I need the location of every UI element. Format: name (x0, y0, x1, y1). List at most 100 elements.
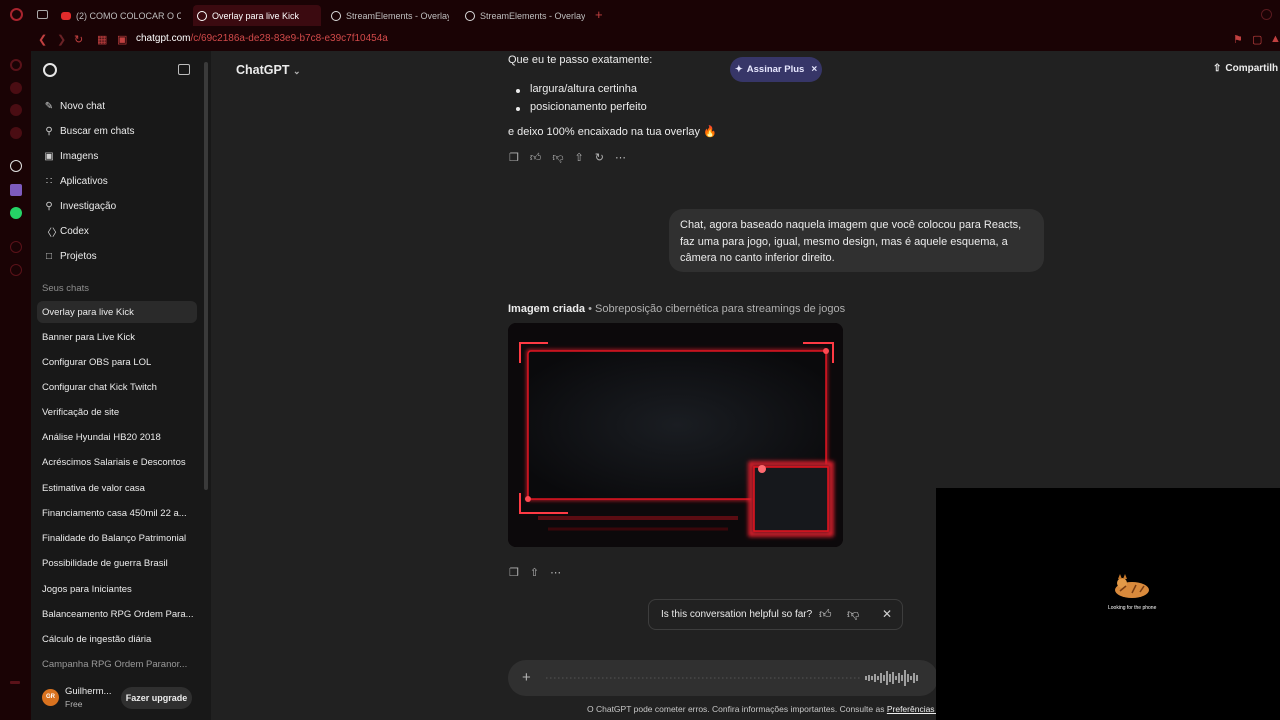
bullet-dot (516, 107, 520, 111)
sidebar-chat-item[interactable]: Acréscimos Salariais e Descontos (37, 451, 197, 473)
assistant-text: e deixo 100% encaixado na tua overlay 🔥 (508, 126, 717, 138)
message-composer[interactable]: + (508, 660, 938, 696)
sidebar-chat-item[interactable]: Campanha RPG Ordem Paranor... (37, 653, 197, 675)
back-arrow-icon[interactable]: ❮ (38, 33, 47, 46)
home-icon[interactable] (10, 59, 22, 71)
sidebar-item-investigacao[interactable]: ⚲ Investigação (42, 195, 202, 217)
tab-label: (2) COMO COLOCAR O CH (76, 10, 181, 21)
copy-icon[interactable]: ❐ (509, 566, 519, 579)
sidebar-item-aplicativos[interactable]: ∷ Aplicativos (42, 170, 202, 192)
more-icon[interactable]: ⋯ (550, 566, 561, 579)
openai-logo-icon[interactable] (43, 63, 57, 77)
twitch-icon[interactable] (10, 184, 22, 196)
sidebar-chat-item[interactable]: Overlay para live Kick (37, 301, 197, 323)
copy-icon[interactable]: ❐ (509, 151, 519, 164)
telescope-icon: ⚲ (45, 200, 53, 212)
sparkle-icon: ✦ (734, 64, 743, 75)
sidebar-chat-item[interactable]: Balanceamento RPG Ordem Para... (37, 603, 197, 625)
image-icon: ▣ (44, 150, 54, 162)
tab-label: StreamElements - Overlay (346, 10, 449, 21)
whatsapp-icon[interactable] (10, 207, 22, 219)
sidebar-item-label: Projetos (60, 250, 97, 262)
tab-label: Overlay para live Kick (212, 10, 300, 21)
share-icon[interactable]: ⇧ (530, 566, 539, 579)
voice-waveform (546, 670, 918, 686)
url-field[interactable]: chatgpt.com/c/69c2186a-de28-83e9-b7c8-e3… (136, 33, 388, 44)
sidebar-chat-item[interactable]: Jogos para Iniciantes (37, 578, 197, 600)
site-settings-icon[interactable]: ▦ (97, 33, 107, 46)
subscribe-plus-button[interactable]: ✦ Assinar Plus × (730, 57, 822, 82)
new-tab-button[interactable]: + (595, 7, 603, 22)
share-icon[interactable]: ⇧ (575, 151, 584, 164)
tab-streamelements-1[interactable]: StreamElements - Overlay (327, 5, 449, 26)
image-caption: Imagem criada • Sobreposição cibernética… (508, 303, 845, 315)
url-host: chatgpt.com (136, 33, 191, 44)
more-icon[interactable] (10, 681, 20, 684)
regenerate-icon[interactable]: ↻ (595, 151, 604, 164)
sidebar-chat-item[interactable]: Estimativa de valor casa (37, 477, 197, 499)
sidebar-item-projetos[interactable]: □ Projetos (42, 245, 202, 267)
user-message-line: câmera no canto inferior direito. (680, 252, 835, 264)
thumbs-down-icon[interactable]: 👎︎ (552, 151, 563, 164)
sidebar-item-novo-chat[interactable]: ✎ Novo chat (42, 95, 202, 117)
thumbs-up-icon[interactable]: 👍︎ (530, 151, 542, 164)
share-button[interactable]: ⇧ Compartilh (1213, 63, 1278, 74)
cyber-frame-graphic (508, 323, 843, 547)
sidebar-chat-item[interactable]: Verificação de site (37, 401, 197, 423)
sidebar-item-buscar[interactable]: ⚲ Buscar em chats (42, 120, 202, 142)
reload-icon[interactable]: ↻ (74, 33, 83, 46)
opera-logo-icon[interactable] (10, 8, 23, 21)
close-icon[interactable]: ✕ (882, 607, 892, 621)
bookmark-icon[interactable]: ⚑ (1233, 33, 1243, 46)
sidebar-chat-item[interactable]: Análise Hyundai HB20 2018 (37, 426, 197, 448)
tab-youtube[interactable]: (2) COMO COLOCAR O CH (57, 5, 181, 26)
forward-arrow-icon[interactable]: ❯ (57, 33, 66, 46)
search-tabs-icon[interactable] (1261, 9, 1272, 20)
avatar: GR (42, 689, 59, 706)
shield-icon[interactable] (10, 104, 22, 116)
history-icon[interactable] (10, 241, 22, 253)
generated-overlay-image[interactable] (508, 323, 843, 547)
games-icon[interactable] (10, 127, 22, 139)
youtube-icon (61, 11, 71, 20)
disclaimer: O ChatGPT pode cometer erros. Confira in… (587, 704, 953, 714)
thumbs-down-icon[interactable]: 👎︎ (847, 607, 859, 622)
sidebar-item-label: Investigação (60, 200, 117, 212)
upgrade-button[interactable]: Fazer upgrade (121, 687, 192, 709)
sidebar-chat-item[interactable]: Finalidade do Balanço Patrimonial (37, 527, 197, 549)
tab-overview-icon[interactable] (37, 10, 48, 19)
tab-chatgpt[interactable]: Overlay para live Kick (193, 5, 321, 26)
sidebar-chat-item[interactable]: Configurar OBS para LOL (37, 351, 197, 373)
browser-tab-bar: (2) COMO COLOCAR O CH Overlay para live … (0, 0, 1280, 30)
image-caption-desc: • Sobreposição cibernética para streamin… (585, 303, 846, 315)
video-caption: Looking for the phone (1108, 605, 1157, 611)
image-caption-title: Imagem criada (508, 303, 586, 315)
model-selector[interactable]: ChatGPT ⌄ (236, 63, 301, 77)
sidebar-chat-item[interactable]: Financiamento casa 450mil 22 a... (37, 502, 197, 524)
sidebar-chat-item[interactable]: Configurar chat Kick Twitch (37, 376, 197, 398)
tab-streamelements-2[interactable]: StreamElements - Overlay (461, 5, 585, 26)
sidebar-chat-item[interactable]: Possibilidade de guerra Brasil (37, 552, 197, 574)
sidebar-chat-item[interactable]: Cálculo de ingestão diária (37, 628, 197, 650)
shop-icon[interactable] (10, 82, 22, 94)
page-title: ChatGPT (236, 63, 290, 77)
chat-sidebar: ✎ Novo chat ⚲ Buscar em chats ▣ Imagens ∷ Ap… (31, 51, 211, 720)
sidebar-item-codex[interactable]: 〈〉 Codex (42, 220, 202, 242)
download-icon[interactable]: ▲ (1270, 33, 1280, 45)
chatgpt-icon (197, 10, 207, 21)
thumbs-up-icon[interactable]: 👍︎ (819, 607, 832, 622)
sidebar-item-imagens[interactable]: ▣ Imagens (42, 145, 202, 167)
share-label: Compartilh (1225, 63, 1279, 74)
chatgpt-sidebar-icon[interactable] (10, 160, 22, 172)
subscribe-plus-label: Assinar Plus (746, 64, 805, 75)
sidebar-chat-item[interactable]: Banner para Live Kick (37, 326, 197, 348)
plus-icon[interactable]: + (522, 669, 531, 686)
more-icon[interactable]: ⋯ (615, 151, 626, 164)
settings-icon[interactable] (10, 264, 22, 276)
close-icon[interactable]: × (811, 64, 817, 75)
snapshot-icon[interactable]: ▢ (1252, 33, 1262, 46)
user-message-line: faz uma para jogo, igual, mesmo design, … (680, 235, 1008, 248)
sidebar-scrollbar[interactable] (204, 62, 208, 490)
sidebar-item-label: Buscar em chats (60, 125, 135, 137)
sidebar-toggle-icon[interactable] (178, 64, 190, 75)
